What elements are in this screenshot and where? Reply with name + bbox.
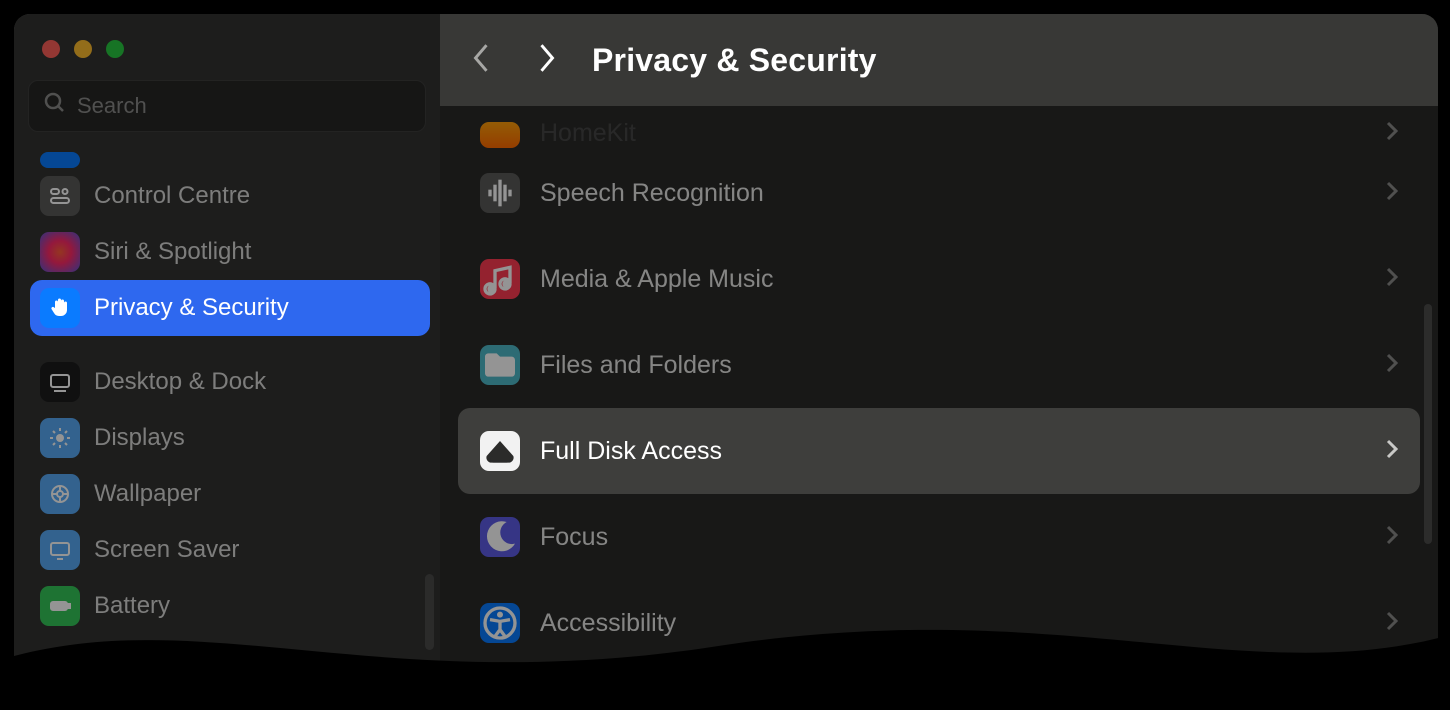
sidebar-item-label: Control Centre: [94, 182, 250, 210]
focus-icon: [480, 517, 520, 557]
hand-icon: [40, 288, 80, 328]
window-controls: [14, 40, 440, 80]
chevron-right-icon: [1386, 351, 1398, 380]
sidebar-item-label: Battery: [94, 592, 170, 620]
row-label: Focus: [540, 523, 608, 552]
row-focus[interactable]: Focus: [458, 494, 1420, 580]
search-icon: [43, 91, 77, 121]
control-centre-icon: [40, 176, 80, 216]
forward-button[interactable]: [536, 41, 558, 80]
sidebar-item-siri-spotlight[interactable]: Siri & Spotlight: [30, 224, 430, 280]
settings-window: Search Control Centre Siri & Spotlight: [14, 14, 1438, 694]
chevron-right-icon: [1386, 523, 1398, 552]
chevron-right-icon: [1386, 119, 1398, 148]
sidebar-scrollbar[interactable]: [425, 574, 434, 650]
main-panel: Privacy & Security HomeKit Speech Recogn…: [440, 14, 1438, 694]
search-input[interactable]: Search: [28, 80, 426, 132]
row-files-folders[interactable]: Files and Folders: [458, 322, 1420, 408]
sidebar-item-label: Privacy & Security: [94, 294, 289, 322]
search-placeholder: Search: [77, 93, 147, 119]
row-label: Full Disk Access: [540, 437, 722, 466]
row-accessibility[interactable]: Accessibility: [458, 580, 1420, 666]
sidebar-list: Control Centre Siri & Spotlight Privacy …: [14, 138, 440, 634]
screensaver-icon: [40, 530, 80, 570]
row-label: Speech Recognition: [540, 179, 764, 208]
sidebar-item-privacy-security[interactable]: Privacy & Security: [30, 280, 430, 336]
row-label: Accessibility: [540, 609, 676, 638]
dock-icon: [40, 362, 80, 402]
displays-icon: [40, 418, 80, 458]
folder-icon: [480, 345, 520, 385]
sidebar-item-desktop-dock[interactable]: Desktop & Dock: [30, 354, 430, 410]
sidebar-item-control-centre[interactable]: Control Centre: [30, 168, 430, 224]
close-window-button[interactable]: [42, 40, 60, 58]
sidebar-item-screen-saver[interactable]: Screen Saver: [30, 522, 430, 578]
sidebar-item-partial[interactable]: [30, 146, 430, 168]
content-scrollbar[interactable]: [1424, 304, 1432, 544]
row-label: HomeKit: [540, 119, 636, 148]
row-label: Media & Apple Music: [540, 265, 773, 294]
row-full-disk-access[interactable]: Full Disk Access: [458, 408, 1420, 494]
row-homekit[interactable]: HomeKit: [458, 106, 1420, 150]
speech-icon: [480, 173, 520, 213]
sidebar-item-displays[interactable]: Displays: [30, 410, 430, 466]
sidebar-item-label: Displays: [94, 424, 185, 452]
sidebar-item-label: Desktop & Dock: [94, 368, 266, 396]
sidebar-item-label: Siri & Spotlight: [94, 238, 251, 266]
sidebar: Search Control Centre Siri & Spotlight: [14, 14, 440, 694]
battery-icon: [40, 586, 80, 626]
sidebar-item-label: Wallpaper: [94, 480, 201, 508]
sidebar-item-label: Screen Saver: [94, 536, 239, 564]
accessibility-icon: [480, 603, 520, 643]
row-label: Files and Folders: [540, 351, 732, 380]
titlebar: Privacy & Security: [440, 14, 1438, 106]
chevron-right-icon: [1386, 437, 1398, 466]
siri-icon: [40, 232, 80, 272]
back-button[interactable]: [470, 41, 492, 80]
minimize-window-button[interactable]: [74, 40, 92, 58]
row-speech-recognition[interactable]: Speech Recognition: [458, 150, 1420, 236]
chevron-right-icon: [1386, 179, 1398, 208]
chevron-right-icon: [1386, 265, 1398, 294]
disk-icon: [480, 431, 520, 471]
chevron-right-icon: [1386, 609, 1398, 638]
settings-list: HomeKit Speech Recognition Media & Apple…: [440, 106, 1438, 694]
row-media-apple-music[interactable]: Media & Apple Music: [458, 236, 1420, 322]
music-icon: [480, 259, 520, 299]
homekit-icon: [480, 122, 520, 148]
wallpaper-icon: [40, 474, 80, 514]
fullscreen-window-button[interactable]: [106, 40, 124, 58]
sidebar-item-battery[interactable]: Battery: [30, 578, 430, 634]
partial-icon: [40, 152, 80, 168]
page-title: Privacy & Security: [592, 42, 877, 79]
sidebar-item-wallpaper[interactable]: Wallpaper: [30, 466, 430, 522]
